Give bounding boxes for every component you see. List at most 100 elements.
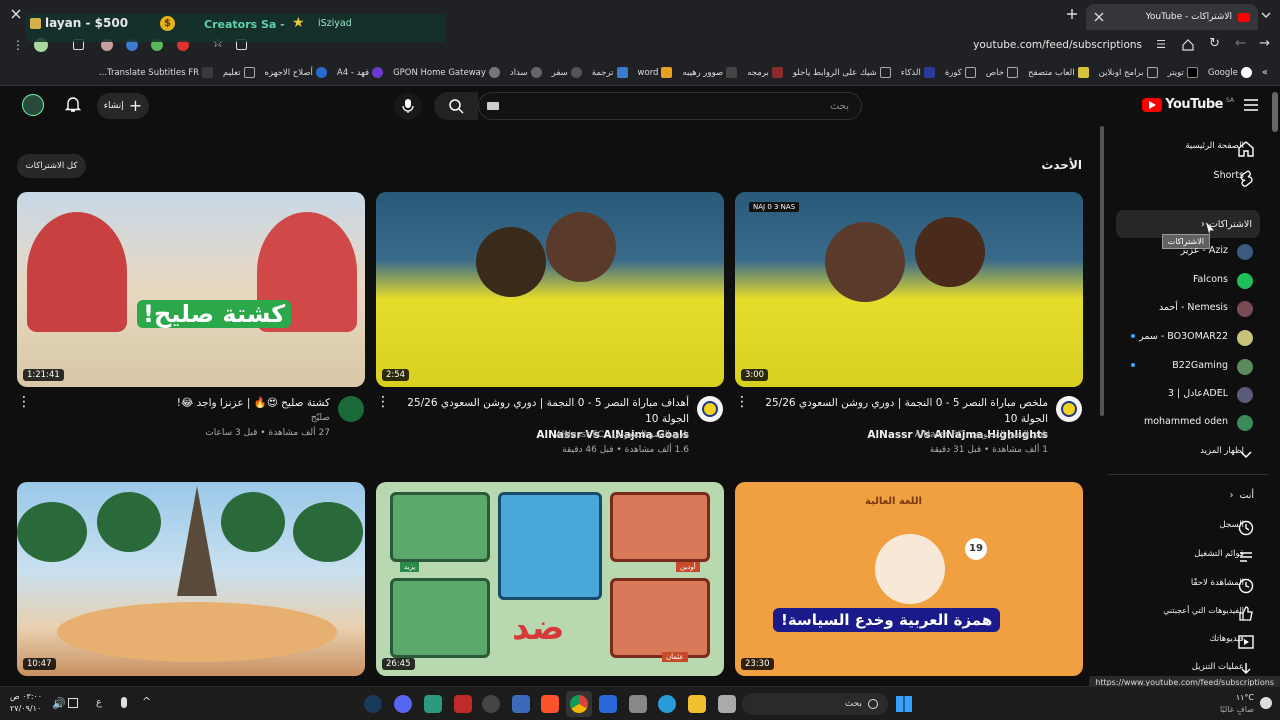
channel-name[interactable]: نادي النصر السعودي - AlNassr FC: [389, 428, 689, 443]
bookmark-item[interactable]: تويتر: [1168, 67, 1198, 78]
video-thumbnail[interactable]: كشتة صليح! 1:21:41: [17, 192, 365, 387]
chrome-icon[interactable]: [570, 695, 588, 713]
bookmark-item[interactable]: فهد - A4: [337, 67, 384, 78]
create-button[interactable]: إنشاء +: [97, 93, 149, 119]
video-thumbnail[interactable]: NAJ 0 3 NAS 3:00: [735, 192, 1083, 387]
channel-name[interactable]: صليّح: [30, 411, 330, 426]
store-icon[interactable]: [629, 695, 647, 713]
bookmark-item[interactable]: العاب متصفح: [1028, 67, 1089, 78]
subscription-channel-name[interactable]: عادل | 3ADEL: [1168, 388, 1228, 399]
bookmark-item[interactable]: word: [638, 67, 673, 78]
bookmark-item[interactable]: كورة: [945, 67, 976, 78]
search-input[interactable]: بحث: [478, 92, 862, 120]
subscription-channel-name[interactable]: أحمد - Nemesis: [1159, 302, 1228, 313]
app-icon[interactable]: [454, 695, 472, 713]
bookmark-item[interactable]: تعليم: [223, 67, 255, 78]
file-explorer-icon[interactable]: [688, 695, 706, 713]
sidebar-item-liked[interactable]: الفيديوهات التي أعجبتني: [1163, 606, 1244, 615]
bookmark-item[interactable]: شيك على الروابط ياحلو: [793, 67, 891, 78]
volume-icon[interactable]: 🔊: [52, 697, 66, 710]
subscription-channel-name[interactable]: B22Gaming: [1172, 360, 1228, 371]
player-shape: [476, 227, 546, 297]
account-avatar[interactable]: [22, 94, 44, 116]
more-options-icon[interactable]: ⋮: [376, 394, 390, 410]
channel-avatar[interactable]: [1056, 396, 1082, 422]
thumbnail-overlay-text: كشتة صليح!: [137, 300, 292, 328]
bookmark-item[interactable]: خاص: [986, 67, 1018, 78]
keyboard-icon[interactable]: [487, 102, 499, 110]
bookmark-item[interactable]: الذكاء: [901, 67, 935, 78]
all-subscriptions-button[interactable]: كل الاشتراكات: [17, 154, 86, 178]
app-icon[interactable]: [482, 695, 500, 713]
language-icon[interactable]: ع: [96, 697, 102, 708]
search-button[interactable]: [434, 92, 478, 120]
discord-icon[interactable]: [394, 695, 412, 713]
edge-icon[interactable]: [658, 695, 676, 713]
home-icon[interactable]: [1182, 39, 1194, 51]
reload-icon[interactable]: ↻: [1209, 36, 1220, 51]
hamburger-menu-icon[interactable]: [1244, 99, 1258, 111]
clock-time: ٠٣:٠٠ ص: [10, 692, 43, 701]
tray-chevron-icon[interactable]: ^: [142, 695, 151, 708]
page-scrollbar[interactable]: [1272, 92, 1278, 132]
channel-avatar[interactable]: [1237, 273, 1253, 289]
tab-search-icon[interactable]: [1260, 9, 1272, 21]
bookmark-item[interactable]: ترجمة: [592, 67, 628, 78]
youtube-logo[interactable]: SA YouTube: [1142, 97, 1234, 112]
more-options-icon[interactable]: ⋮: [17, 394, 31, 410]
close-icon[interactable]: [10, 8, 22, 20]
voice-search-button[interactable]: [394, 92, 422, 120]
site-settings-icon[interactable]: ☰: [1156, 38, 1166, 51]
channel-name[interactable]: نادي النصر السعودي - AlNassr FC: [748, 428, 1048, 443]
taskbar-clock[interactable]: ٠٣:٠٠ ص ٢٧/٠٩/١٠: [10, 691, 42, 715]
more-options-icon[interactable]: ⋮: [735, 394, 749, 410]
sidebar-section-you[interactable]: أنت ‹: [1230, 490, 1254, 501]
windows-start-icon[interactable]: [896, 696, 912, 712]
bookmarks-more-icon[interactable]: »: [1262, 67, 1268, 78]
brave-icon[interactable]: [541, 695, 559, 713]
video-thumbnail[interactable]: 10:47: [17, 482, 365, 676]
bookmark-item[interactable]: صوور رهيبه: [682, 67, 738, 78]
bookmark-item[interactable]: برمجه: [747, 67, 783, 78]
channel-avatar[interactable]: [1237, 387, 1253, 403]
subscription-channel-name[interactable]: عزيز - Aziz: [1181, 245, 1228, 256]
forward-icon[interactable]: ←: [1235, 36, 1246, 51]
bookmark-item[interactable]: سفر: [552, 67, 582, 78]
app-icon[interactable]: [599, 695, 617, 713]
video-title[interactable]: كشتة صليح 😍🔥 | عزنزا واجد 😂!: [30, 395, 330, 411]
bookmark-item[interactable]: Google: [1208, 67, 1252, 78]
network-icon[interactable]: [68, 698, 78, 708]
new-tab-icon[interactable]: [1066, 8, 1078, 20]
bookmark-item[interactable]: أصلاح الاجهزه: [265, 67, 327, 78]
microphone-tray-icon[interactable]: [121, 697, 127, 708]
video-thumbnail[interactable]: اللغة العالية 19 همزة العربية وخدع السيا…: [735, 482, 1083, 676]
video-thumbnail[interactable]: 2:54: [376, 192, 724, 387]
bookmark-item[interactable]: برامج اونلاين: [1099, 67, 1158, 78]
channel-avatar[interactable]: [1237, 359, 1253, 375]
channel-avatar[interactable]: [1237, 415, 1253, 431]
task-view-icon[interactable]: [718, 695, 736, 713]
app-icon[interactable]: [424, 695, 442, 713]
bookmark-item[interactable]: Translate Subtitles FR...: [99, 67, 214, 78]
bookmark-item[interactable]: سداد: [510, 67, 542, 78]
subscription-channel-name[interactable]: mohammed oden: [1144, 416, 1228, 427]
url-text[interactable]: youtube.com/feed/subscriptions: [973, 39, 1142, 51]
tab-close-icon[interactable]: [1094, 12, 1104, 22]
channel-avatar[interactable]: [1237, 330, 1253, 346]
bookmark-item[interactable]: GPON Home Gateway: [393, 67, 500, 78]
subscription-channel-name[interactable]: سمر - BO3OMAR22: [1139, 331, 1228, 342]
notifications-bell-icon[interactable]: [64, 95, 82, 113]
taskbar-search[interactable]: بحث: [742, 693, 888, 715]
tab-youtube[interactable]: YouTube - الاشتراكات: [1086, 4, 1258, 30]
channel-avatar[interactable]: [338, 396, 364, 422]
menu-icon[interactable]: ⋮: [12, 38, 24, 52]
video-thumbnail[interactable]: يزيد أودين عثمان ضد 26:45: [376, 482, 724, 676]
back-icon[interactable]: →: [1259, 36, 1270, 51]
subscription-channel-name[interactable]: Falcons: [1193, 274, 1228, 285]
channel-avatar[interactable]: [1237, 244, 1253, 260]
channel-avatar[interactable]: [697, 396, 723, 422]
steam-icon[interactable]: [364, 695, 382, 713]
weather-widget[interactable]: ١١°C صافٍ غالبًا: [1220, 692, 1254, 716]
app-icon[interactable]: [512, 695, 530, 713]
channel-avatar[interactable]: [1237, 301, 1253, 317]
